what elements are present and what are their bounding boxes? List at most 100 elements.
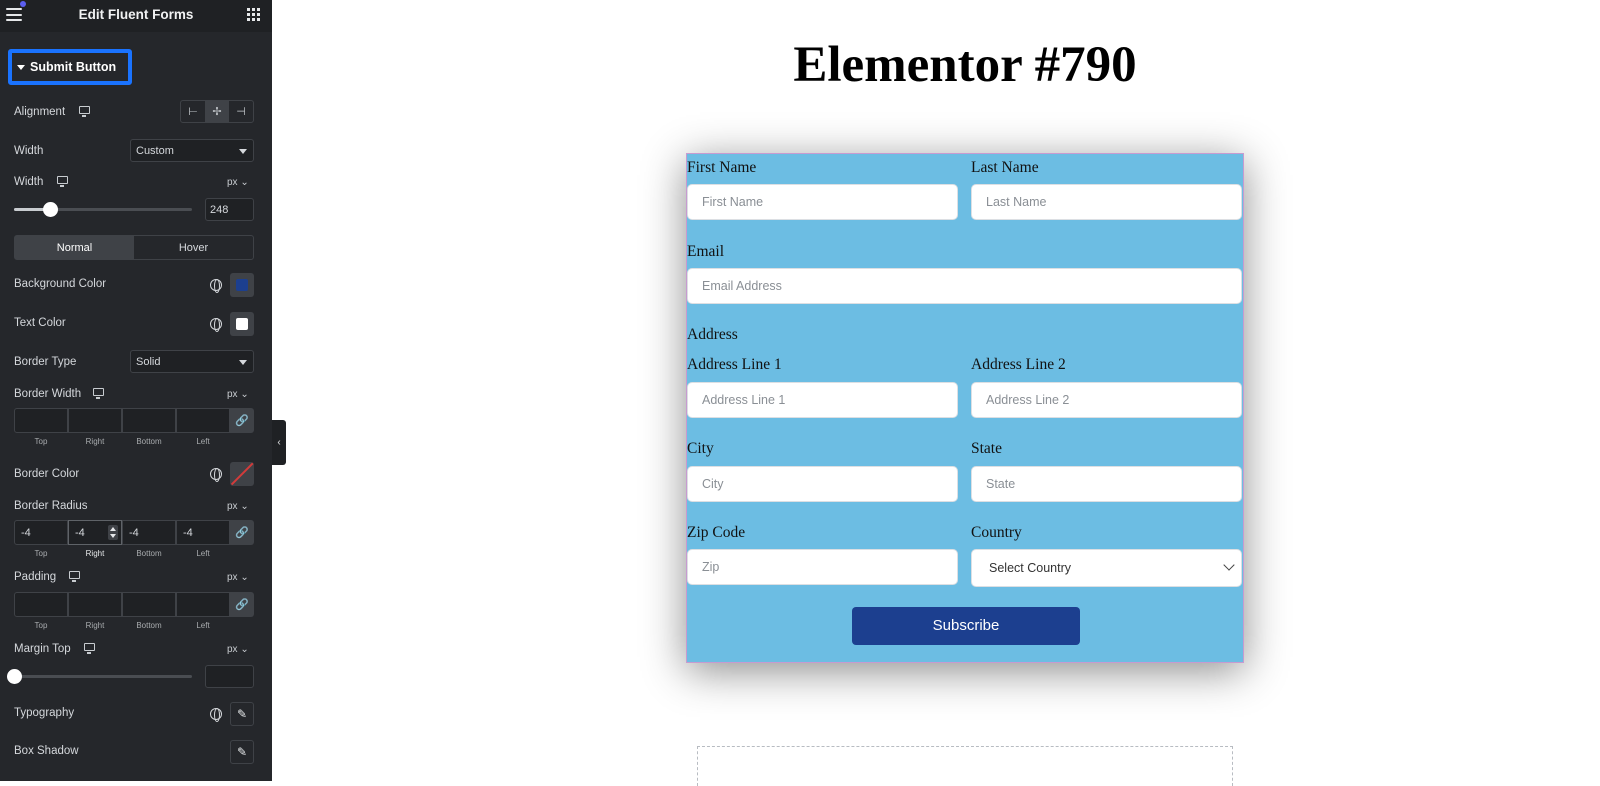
alignment-control: ⊢ ✢ ⊣ (180, 100, 254, 123)
address-line-2-label: Address Line 2 (971, 356, 1066, 373)
padding-bottom-input[interactable] (122, 592, 176, 617)
state-label: State (971, 440, 1002, 457)
city-label: City (687, 440, 714, 457)
margin-top-slider[interactable] (7, 669, 192, 684)
widgets-grid-icon[interactable] (247, 8, 260, 21)
border-width-right-input[interactable] (68, 408, 122, 433)
first-name-label: First Name (687, 159, 757, 176)
side-label-right: Right (85, 621, 105, 630)
padding-right-input[interactable] (68, 592, 122, 617)
page-title: Elementor #790 (793, 37, 1137, 93)
link-values-icon[interactable]: 🔗 (230, 408, 254, 433)
border-radius-side-labels: Top Right Bottom Left (14, 549, 230, 558)
responsive-monitor-icon[interactable] (57, 176, 68, 187)
tab-normal[interactable]: Normal (15, 236, 134, 259)
border-type-label: Border Type (14, 356, 77, 368)
responsive-monitor-icon[interactable] (79, 106, 90, 117)
border-type-value: Solid (136, 356, 161, 368)
edit-pencil-icon[interactable]: ✎ (230, 740, 254, 764)
border-radius-label: Border Radius (14, 500, 88, 512)
section-label: Submit Button (30, 60, 117, 74)
width-slider[interactable] (14, 202, 192, 217)
width-type-value: Custom (136, 145, 174, 157)
border-radius-top-input[interactable]: -4 (14, 520, 68, 545)
border-type-select[interactable]: Solid (130, 350, 254, 373)
align-center-icon[interactable]: ✢ (205, 101, 229, 122)
color-swatch (236, 279, 248, 291)
last-name-label: Last Name (971, 159, 1039, 176)
border-radius-unit-selector[interactable]: px ⌄ (227, 501, 249, 512)
address-line-1-input[interactable]: Address Line 1 (687, 382, 958, 418)
responsive-monitor-icon[interactable] (84, 643, 95, 654)
border-width-top-input[interactable] (14, 408, 68, 433)
side-label-left: Left (196, 621, 210, 630)
box-shadow-label: Box Shadow (14, 745, 79, 757)
padding-left-input[interactable] (176, 592, 230, 617)
padding-inputs: 🔗 (14, 592, 254, 617)
country-label: Country (971, 524, 1022, 541)
country-select-value: Select Country (989, 561, 1071, 575)
width-type-select[interactable]: Custom (130, 139, 254, 162)
slider-handle[interactable] (42, 202, 58, 217)
border-radius-left-input[interactable]: -4 (176, 520, 230, 545)
email-input[interactable]: Email Address (687, 268, 1242, 304)
border-width-bottom-input[interactable] (122, 408, 176, 433)
alignment-label: Alignment (14, 106, 66, 118)
responsive-monitor-icon[interactable] (93, 388, 104, 399)
global-colors-icon[interactable] (210, 279, 222, 293)
dropdown-caret-icon (239, 360, 247, 365)
section-toggle-submit-button[interactable]: Submit Button (8, 49, 132, 85)
border-radius-inputs: -4 -4 -4 -4 🔗 (14, 520, 254, 545)
slider-handle[interactable] (7, 669, 22, 684)
address-line-2-input[interactable]: Address Line 2 (971, 382, 1242, 418)
width-type-label: Width (14, 145, 44, 157)
margin-top-unit-selector[interactable]: px ⌄ (227, 644, 249, 655)
collapse-panel-button[interactable]: ‹ (272, 420, 286, 465)
edit-pencil-icon[interactable]: ✎ (230, 702, 254, 726)
background-color-label: Background Color (14, 278, 107, 290)
align-right-icon[interactable]: ⊣ (229, 101, 253, 122)
side-label-top: Top (34, 621, 48, 630)
padding-top-input[interactable] (14, 592, 68, 617)
link-values-icon[interactable]: 🔗 (230, 592, 254, 617)
margin-top-value-input[interactable] (205, 665, 254, 688)
empty-section-placeholder[interactable] (697, 746, 1233, 786)
tab-hover[interactable]: Hover (134, 236, 253, 259)
typography-label: Typography (14, 707, 75, 719)
last-name-input[interactable]: Last Name (971, 184, 1242, 220)
side-label-bottom: Bottom (136, 621, 162, 630)
margin-top-label: Margin Top (14, 643, 71, 655)
city-input[interactable]: City (687, 466, 958, 502)
zip-input[interactable]: Zip (687, 549, 958, 585)
width-unit-selector[interactable]: px ⌄ (227, 177, 249, 188)
side-label-top: Top (34, 437, 48, 446)
padding-side-labels: Top Right Bottom Left (14, 621, 230, 630)
editor-panel: Edit Fluent Forms Submit Button Alignmen… (0, 0, 272, 781)
border-radius-right-input[interactable]: -4 (68, 520, 122, 545)
first-name-input[interactable]: First Name (687, 184, 958, 220)
address-label: Address (687, 326, 738, 343)
state-input[interactable]: State (971, 466, 1242, 502)
global-colors-icon[interactable] (210, 468, 222, 482)
border-width-unit-selector[interactable]: px ⌄ (227, 389, 249, 400)
subscribe-button[interactable]: Subscribe (852, 607, 1080, 645)
padding-unit-selector[interactable]: px ⌄ (227, 572, 249, 583)
zip-code-label: Zip Code (687, 524, 746, 541)
country-select[interactable]: Select Country (971, 549, 1242, 587)
number-spinner-icon[interactable] (108, 525, 118, 540)
email-label: Email (687, 243, 725, 260)
border-radius-bottom-input[interactable]: -4 (122, 520, 176, 545)
text-color-label: Text Color (14, 317, 66, 329)
side-label-left: Left (196, 549, 210, 558)
border-color-picker[interactable] (230, 462, 254, 486)
text-color-picker[interactable] (230, 312, 254, 336)
responsive-monitor-icon[interactable] (69, 571, 80, 582)
global-colors-icon[interactable] (210, 318, 222, 332)
panel-title: Edit Fluent Forms (78, 7, 194, 22)
link-values-icon[interactable]: 🔗 (230, 520, 254, 545)
global-fonts-icon[interactable] (210, 708, 222, 722)
background-color-picker[interactable] (230, 273, 254, 297)
align-left-icon[interactable]: ⊢ (181, 101, 205, 122)
border-width-left-input[interactable] (176, 408, 230, 433)
width-value-input[interactable]: 248 (205, 198, 254, 221)
